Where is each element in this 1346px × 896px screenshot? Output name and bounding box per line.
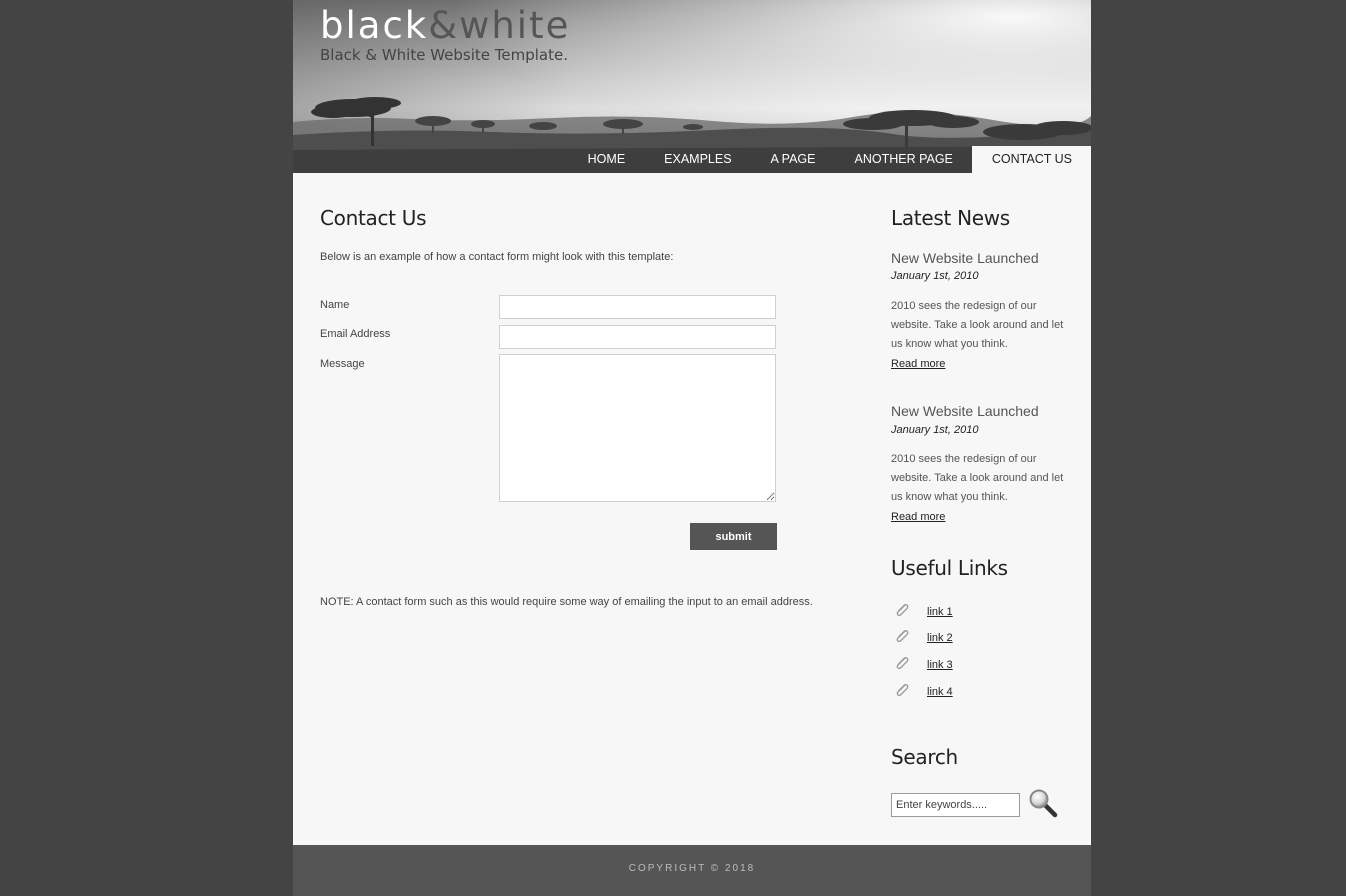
logo-black-text: black <box>320 4 429 47</box>
email-input[interactable] <box>499 325 776 349</box>
menu-item-a-page[interactable]: A Page <box>751 146 835 173</box>
news-body: 2010 sees the redesign of our website. T… <box>891 300 1064 350</box>
news-body: 2010 sees the redesign of our website. T… <box>891 453 1064 503</box>
message-textarea[interactable] <box>499 354 776 502</box>
link-3[interactable]: link 3 <box>927 659 953 671</box>
search-input[interactable] <box>891 793 1020 817</box>
link-2[interactable]: link 2 <box>927 632 953 644</box>
intro-text: Below is an example of how a contact for… <box>320 251 674 263</box>
magnifier-icon[interactable] <box>1028 788 1058 818</box>
copyright-text: COPYRIGHT © 2018 <box>628 863 756 874</box>
useful-link-item: link 3 <box>891 656 1011 674</box>
name-input[interactable] <box>499 295 776 319</box>
logo-white-text: white <box>459 4 571 47</box>
logo-ampersand: & <box>428 4 460 47</box>
news-date: January 1st, 2010 <box>891 270 979 282</box>
useful-link-item: link 1 <box>891 603 1011 621</box>
message-label: Message <box>320 358 365 370</box>
paperclip-icon <box>896 604 909 617</box>
useful-link-item: link 2 <box>891 629 1011 647</box>
menu-item-home[interactable]: Home <box>568 146 645 173</box>
header-banner: black&white Black & White Website Templa… <box>293 0 1091 173</box>
link-4[interactable]: link 4 <box>927 686 953 698</box>
site-tagline: Black & White Website Template. <box>320 46 568 64</box>
search-heading: Search <box>891 745 958 769</box>
page-title: Contact Us <box>320 206 427 230</box>
menu-item-contact-us[interactable]: Contact Us <box>971 146 1091 173</box>
link-1[interactable]: link 1 <box>927 606 953 618</box>
read-more-link[interactable]: Read more <box>891 511 945 523</box>
menu-item-another-page[interactable]: Another Page <box>834 146 971 173</box>
submit-button[interactable]: submit <box>690 523 777 550</box>
main-menu: Home Examples A Page Another Page Contac… <box>568 146 1091 173</box>
note-text: NOTE: A contact form such as this would … <box>320 596 813 608</box>
useful-links-heading: Useful Links <box>891 556 1008 580</box>
email-label: Email Address <box>320 328 391 340</box>
name-label: Name <box>320 299 350 311</box>
latest-news-heading: Latest News <box>891 206 1010 230</box>
paperclip-icon <box>896 630 909 643</box>
paperclip-icon <box>896 657 909 670</box>
news-title: New Website Launched <box>891 250 1039 266</box>
site-logo[interactable]: black&white <box>320 4 570 48</box>
page-container: black&white Black & White Website Templa… <box>293 0 1091 896</box>
news-title: New Website Launched <box>891 403 1039 419</box>
news-date: January 1st, 2010 <box>891 424 979 436</box>
paperclip-icon <box>896 684 909 697</box>
useful-link-item: link 4 <box>891 683 1011 701</box>
read-more-link[interactable]: Read more <box>891 358 945 370</box>
menu-item-examples[interactable]: Examples <box>644 146 750 173</box>
footer: COPYRIGHT © 2018 <box>293 845 1091 896</box>
